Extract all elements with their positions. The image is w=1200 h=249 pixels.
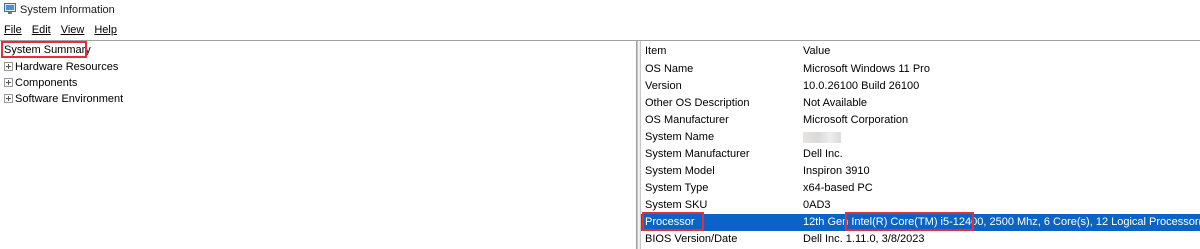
menu-file[interactable]: File <box>4 24 22 36</box>
table-row[interactable]: OS Name Microsoft Windows 11 Pro <box>641 61 1200 78</box>
table-row[interactable]: System Name <box>641 129 1200 146</box>
tree-item-components[interactable]: Components <box>0 75 77 90</box>
row-item: BIOS Version/Date <box>645 233 738 245</box>
row-item: OS Manufacturer <box>645 114 729 126</box>
tree-item-label: Hardware Resources <box>15 60 119 73</box>
row-item: OS Name <box>645 63 694 75</box>
menu-bar: File Edit View Help <box>0 22 1200 38</box>
row-value: Microsoft Windows 11 Pro <box>803 63 930 75</box>
menu-edit-label: Edit <box>31 24 51 36</box>
table-row[interactable]: System Model Inspiron 3910 <box>641 163 1200 180</box>
tree-item-label: Software Environment <box>15 92 124 105</box>
expand-icon[interactable] <box>4 78 13 87</box>
row-value: Inspiron 3910 <box>803 165 870 177</box>
row-item: System Model <box>645 165 715 177</box>
row-item: Version <box>645 80 682 92</box>
highlight-box-processor-model <box>845 212 974 231</box>
details-table: Item Value OS Name Microsoft Windows 11 … <box>641 41 1200 249</box>
row-value: Dell Inc. <box>803 148 843 160</box>
category-tree[interactable]: System Summary Hardware Resources Compon… <box>0 41 637 249</box>
row-value: 10.0.26100 Build 26100 <box>803 80 920 92</box>
table-row[interactable]: Other OS Description Not Available <box>641 95 1200 112</box>
tree-item-hardware-resources[interactable]: Hardware Resources <box>0 59 118 74</box>
expand-icon[interactable] <box>4 94 13 103</box>
menu-edit[interactable]: Edit <box>32 24 51 36</box>
row-value: 0AD3 <box>803 199 831 211</box>
title-bar: System Information <box>0 0 1200 20</box>
row-item: System Name <box>645 131 715 143</box>
column-header-item[interactable]: Item <box>645 45 666 57</box>
row-value: x64-based PC <box>803 182 873 194</box>
window-title: System Information <box>20 4 115 16</box>
system-information-icon <box>4 3 16 14</box>
row-value: Not Available <box>803 97 868 109</box>
menu-file-label: File <box>4 24 22 36</box>
table-row[interactable]: System Manufacturer Dell Inc. <box>641 146 1200 163</box>
row-item: System Manufacturer <box>645 148 750 160</box>
redacted-value <box>803 132 841 143</box>
table-row[interactable]: System Type x64-based PC <box>641 180 1200 197</box>
expand-icon[interactable] <box>4 62 13 71</box>
highlight-box-system-summary <box>1 41 87 58</box>
table-row[interactable]: BIOS Version/Date Dell Inc. 1.11.0, 3/8/… <box>641 231 1200 248</box>
row-value: Microsoft Corporation <box>803 114 909 126</box>
tree-item-software-environment[interactable]: Software Environment <box>0 91 123 106</box>
tree-item-label: Components <box>15 76 78 89</box>
row-item: System SKU <box>645 199 708 211</box>
menu-view-label: View <box>60 24 85 36</box>
menu-help-label: Help <box>94 24 117 36</box>
row-item: System Type <box>645 182 709 194</box>
table-row[interactable]: OS Manufacturer Microsoft Corporation <box>641 112 1200 129</box>
table-header: Item Value <box>641 43 1200 60</box>
row-value: Dell Inc. 1.11.0, 3/8/2023 <box>803 233 925 245</box>
column-header-value[interactable]: Value <box>803 45 830 57</box>
highlight-box-processor-label <box>642 212 704 231</box>
row-item: Other OS Description <box>645 97 750 109</box>
table-row[interactable]: Version 10.0.26100 Build 26100 <box>641 78 1200 95</box>
menu-view[interactable]: View <box>61 24 85 36</box>
menu-help[interactable]: Help <box>94 24 117 36</box>
